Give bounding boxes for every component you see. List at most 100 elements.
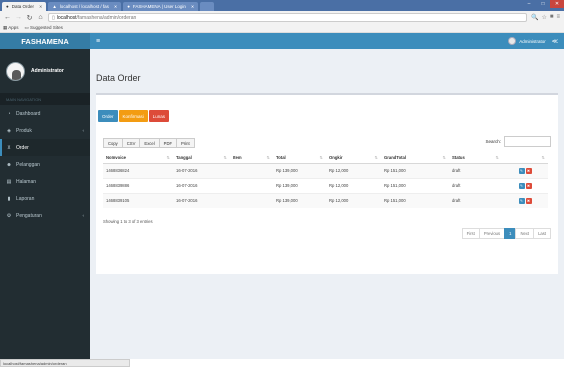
users-icon: ☻ bbox=[6, 161, 12, 168]
sidebar-item-laporan[interactable]: ▮ Laporan bbox=[0, 190, 90, 207]
cell-item bbox=[230, 177, 273, 193]
window-controls: – □ ✕ bbox=[522, 0, 564, 9]
chevron-left-icon: ‹ bbox=[82, 213, 85, 218]
column-header-tanggal[interactable]: Tanggal ⇅ bbox=[173, 152, 230, 164]
tab-lunas[interactable]: Lunas bbox=[148, 110, 170, 122]
zoom-icon[interactable]: 🔍 bbox=[531, 14, 538, 21]
chrome-menu-icon[interactable]: ≡ bbox=[556, 14, 560, 21]
browser-tab-localhost[interactable]: ▲ localhost / localhost / fas ✕ bbox=[48, 2, 122, 11]
table-row: 1468839886 16-07-2016 Rp 139,000 Rp 12,0… bbox=[103, 177, 548, 193]
favicon-icon: ● bbox=[127, 4, 130, 9]
sidebar-item-produk[interactable]: ◈ Produk ‹ bbox=[0, 122, 90, 139]
cell-grandtotal: Rp 151,000 bbox=[381, 177, 449, 193]
trash-icon[interactable]: ✖ bbox=[525, 197, 532, 204]
cell-grandtotal: Rp 151,000 bbox=[381, 162, 449, 178]
favicon-icon: ▲ bbox=[52, 4, 57, 9]
page-icon: ▤ bbox=[6, 178, 12, 185]
user-menu[interactable]: Administrator bbox=[508, 37, 546, 45]
close-tab-icon[interactable]: ✕ bbox=[39, 4, 42, 9]
page-next-button[interactable]: Next bbox=[515, 228, 535, 239]
order-tabs: Order Konfirmasi Lunas bbox=[98, 110, 170, 122]
share-icon[interactable]: ≪ bbox=[552, 38, 558, 45]
edit-icon[interactable]: ✎ bbox=[518, 197, 525, 204]
pdf-button[interactable]: PDF bbox=[158, 138, 178, 148]
tab-konfirmasi[interactable]: Konfirmasi bbox=[118, 110, 148, 122]
cell-actions: ✎ ✖ bbox=[502, 162, 548, 178]
cell-total: Rp 139,000 bbox=[273, 162, 326, 178]
cell-actions: ✎ ✖ bbox=[502, 192, 548, 208]
browser-tab-user-login[interactable]: ● FASHAMENA | User Login ✕ bbox=[123, 2, 199, 11]
excel-button[interactable]: Excel bbox=[139, 138, 160, 148]
column-header-actions[interactable]: ⇅ bbox=[502, 152, 548, 164]
orders-table: NoInvoice ⇅ Tanggal ⇅ Item ⇅ Total ⇅ Ongkir ⇅… bbox=[103, 152, 548, 208]
page-first-button[interactable]: First bbox=[461, 228, 480, 239]
maximize-icon[interactable]: □ bbox=[536, 0, 550, 8]
sort-icon: ⇅ bbox=[541, 155, 545, 160]
bookmarks-bar: ▦ Apps ▭ Suggested Sites bbox=[0, 24, 564, 33]
back-icon[interactable]: ← bbox=[4, 14, 11, 21]
trash-icon[interactable]: ✖ bbox=[525, 182, 532, 189]
cart-icon: ⊻ bbox=[7, 144, 11, 151]
column-header-noinvoice[interactable]: NoInvoice ⇅ bbox=[103, 152, 173, 164]
page-title: Data Order bbox=[96, 73, 141, 83]
cell-tanggal: 16-07-2016 bbox=[173, 177, 230, 193]
search-area: Search: bbox=[485, 136, 551, 147]
new-tab-button[interactable] bbox=[200, 2, 215, 11]
page-previous-button[interactable]: Previous bbox=[478, 228, 506, 239]
tag-icon: ◈ bbox=[7, 127, 11, 134]
close-tab-icon[interactable]: ✕ bbox=[114, 4, 117, 9]
forward-icon[interactable]: → bbox=[15, 14, 22, 21]
cell-status: draft bbox=[449, 177, 502, 193]
close-tab-icon[interactable]: ✕ bbox=[191, 4, 194, 9]
cell-actions: ✎ ✖ bbox=[502, 177, 548, 193]
browser-toolbar: ← → ↻ ⌂ ▯ localhost/famashena/admin/orde… bbox=[0, 11, 564, 24]
copy-button[interactable]: Copy bbox=[103, 138, 123, 148]
tab-order[interactable]: Order bbox=[98, 110, 118, 122]
page-last-button[interactable]: Last bbox=[533, 228, 551, 239]
column-header-item[interactable]: Item ⇅ bbox=[230, 152, 273, 164]
bookmark-suggested-sites[interactable]: ▭ Suggested Sites bbox=[25, 25, 63, 31]
star-icon[interactable]: ☆ bbox=[541, 14, 546, 21]
address-bar[interactable]: ▯ localhost/famashena/admin/orderan bbox=[48, 13, 527, 22]
cell-item bbox=[230, 162, 273, 178]
extension-icon[interactable]: ■ bbox=[550, 14, 554, 21]
table-row: 1468839105 16-07-2016 Rp 139,000 Rp 12,0… bbox=[103, 192, 548, 208]
search-label: Search: bbox=[485, 139, 501, 144]
top-navbar: ≡ Administrator ≪ bbox=[90, 33, 564, 49]
sidebar-item-order[interactable]: ⊻ Order bbox=[0, 139, 90, 156]
cell-grandtotal: Rp 151,000 bbox=[381, 192, 449, 208]
sidebar-item-pengaturan[interactable]: ⚙ Pengaturan ‹ bbox=[0, 207, 90, 224]
edit-icon[interactable]: ✎ bbox=[518, 167, 525, 174]
user-panel: Administrator bbox=[0, 49, 90, 93]
edit-icon[interactable]: ✎ bbox=[518, 182, 525, 189]
column-header-grandtotal[interactable]: GrandTotal ⇅ bbox=[381, 152, 449, 164]
trash-icon[interactable]: ✖ bbox=[525, 167, 532, 174]
menu-toggle-icon[interactable]: ≡ bbox=[96, 38, 100, 45]
close-window-icon[interactable]: ✕ bbox=[550, 0, 564, 8]
cell-noinvoice: 1468836824 bbox=[103, 162, 173, 178]
column-header-total[interactable]: Total ⇅ bbox=[273, 152, 326, 164]
avatar bbox=[6, 61, 25, 81]
sidebar-item-pelanggan[interactable]: ☻ Pelanggan bbox=[0, 156, 90, 173]
brand-logo[interactable]: FASHAMENA bbox=[0, 33, 90, 49]
reload-icon[interactable]: ↻ bbox=[26, 14, 33, 22]
sort-icon: ⇅ bbox=[495, 155, 499, 160]
column-header-status[interactable]: Status ⇅ bbox=[449, 152, 502, 164]
bookmark-apps[interactable]: ▦ Apps bbox=[3, 25, 19, 31]
home-icon[interactable]: ⌂ bbox=[37, 14, 44, 21]
report-icon: ▮ bbox=[7, 195, 11, 202]
status-bar-url: localhost/famashena/admin/orderan bbox=[0, 359, 130, 367]
cell-ongkir: Rp 12,000 bbox=[326, 162, 381, 178]
minimize-icon[interactable]: – bbox=[522, 0, 536, 8]
csv-button[interactable]: CSV bbox=[121, 138, 141, 148]
sidebar-item-dashboard[interactable]: ◔ Dashboard bbox=[0, 105, 90, 122]
cell-total: Rp 139,000 bbox=[273, 192, 326, 208]
cell-noinvoice: 1468839105 bbox=[103, 192, 173, 208]
print-button[interactable]: Print bbox=[176, 138, 195, 148]
sort-icon: ⇅ bbox=[319, 155, 323, 160]
browser-tab-data-order[interactable]: ● Data Order ✕ bbox=[2, 2, 47, 11]
sidebar-item-halaman[interactable]: ▤ Halaman bbox=[0, 173, 90, 190]
column-header-ongkir[interactable]: Ongkir ⇅ bbox=[326, 152, 381, 164]
search-input[interactable] bbox=[504, 136, 551, 147]
order-box: Order Konfirmasi Lunas Copy CSV Excel PD… bbox=[96, 93, 558, 274]
